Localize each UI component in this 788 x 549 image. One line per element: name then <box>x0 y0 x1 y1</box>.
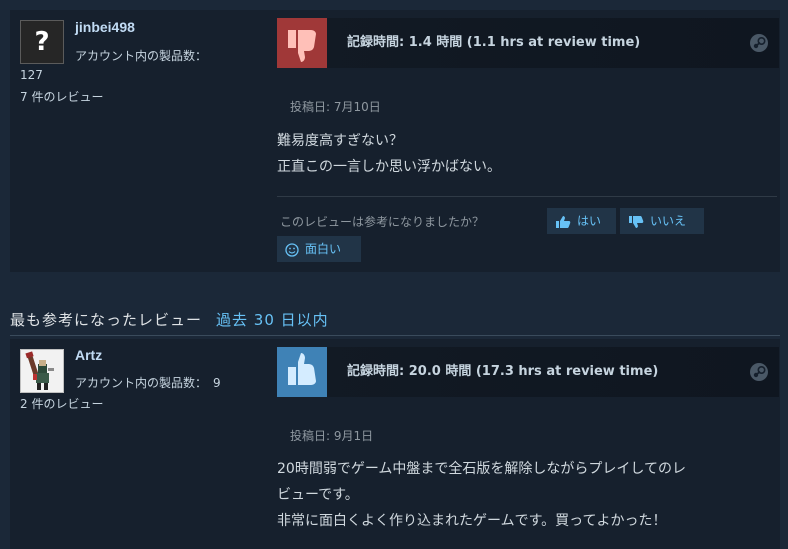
review-line: 20時間弱でゲーム中盤まで全石版を解除しながらプレイしてのレ <box>277 461 686 477</box>
vote-funny-label: 面白い <box>305 242 342 256</box>
avatar[interactable] <box>20 349 64 393</box>
section-title: 最も参考になったレビュー <box>10 311 203 329</box>
vote-yes-button[interactable]: はい <box>547 208 616 234</box>
reviewer-name[interactable]: Artz <box>75 347 102 363</box>
vote-header[interactable]: 記録時間: 1.4 時間 (1.1 hrs at review time) <box>277 18 779 68</box>
steam-logo-icon <box>750 34 768 52</box>
thumbs-down-icon <box>629 215 644 228</box>
products-label: アカウント内の製品数： 9 <box>75 376 221 390</box>
products-count[interactable]: 9 <box>213 376 221 390</box>
review-body: 難易度高すぎない？ 正直この一言しか思い浮かばない。 <box>277 128 501 180</box>
review-count[interactable]: 7 件のレビュー <box>20 88 103 105</box>
review-count[interactable]: 2 件のレビュー <box>20 395 103 412</box>
review-line: ビューです。 <box>277 487 359 503</box>
vote-header[interactable]: 記録時間: 20.0 時間 (17.3 hrs at review time) <box>277 347 779 397</box>
thumbs-down-icon <box>277 18 327 68</box>
review-body: 20時間弱でゲーム中盤まで全石版を解除しながらプレイしてのレ ビューです。 非常… <box>277 456 686 534</box>
review-card: Artz アカウント内の製品数： 9 2 件のレビュー 記録時間: 20.0 時間… <box>10 339 780 549</box>
steam-logo-icon <box>750 363 768 381</box>
thumbs-up-icon <box>277 347 327 397</box>
posted-date: 投稿日: 9月1日 <box>290 429 374 443</box>
divider <box>10 335 780 336</box>
helpful-question: このレビューは参考になりましたか？ <box>280 215 485 229</box>
review-line: 非常に面白くよく作り込まれたゲームです。買ってよかった！ <box>277 513 667 529</box>
question-mark-icon: ? <box>34 27 50 57</box>
section-heading: 最も参考になったレビュー 過去 30 日以内 <box>10 309 329 330</box>
vote-funny-button[interactable]: 面白い <box>277 236 361 262</box>
playtime: 記録時間: 20.0 時間 (17.3 hrs at review time) <box>347 364 659 379</box>
avatar[interactable]: ? <box>20 20 64 64</box>
review-line: 難易度高すぎない？ <box>277 133 403 149</box>
playtime: 記録時間: 1.4 時間 (1.1 hrs at review time) <box>347 35 641 50</box>
review-card: ? jinbei498 アカウント内の製品数： 127 7 件のレビュー 記録時… <box>10 10 780 272</box>
smiley-icon <box>285 242 299 257</box>
review-line: 正直この一言しか思い浮かばない。 <box>277 159 501 175</box>
vote-yes-label: はい <box>577 214 602 228</box>
thumbs-up-icon <box>556 215 571 228</box>
divider <box>277 196 777 197</box>
section-period: 過去 30 日以内 <box>216 311 329 329</box>
vote-no-button[interactable]: いいえ <box>620 208 704 234</box>
vote-no-label: いいえ <box>650 214 687 228</box>
pixel-character-icon <box>21 350 63 392</box>
posted-date: 投稿日: 7月10日 <box>290 100 381 114</box>
products-label: アカウント内の製品数： <box>75 49 208 63</box>
products-count[interactable]: 127 <box>20 68 43 82</box>
reviewer-name[interactable]: jinbei498 <box>75 19 135 35</box>
